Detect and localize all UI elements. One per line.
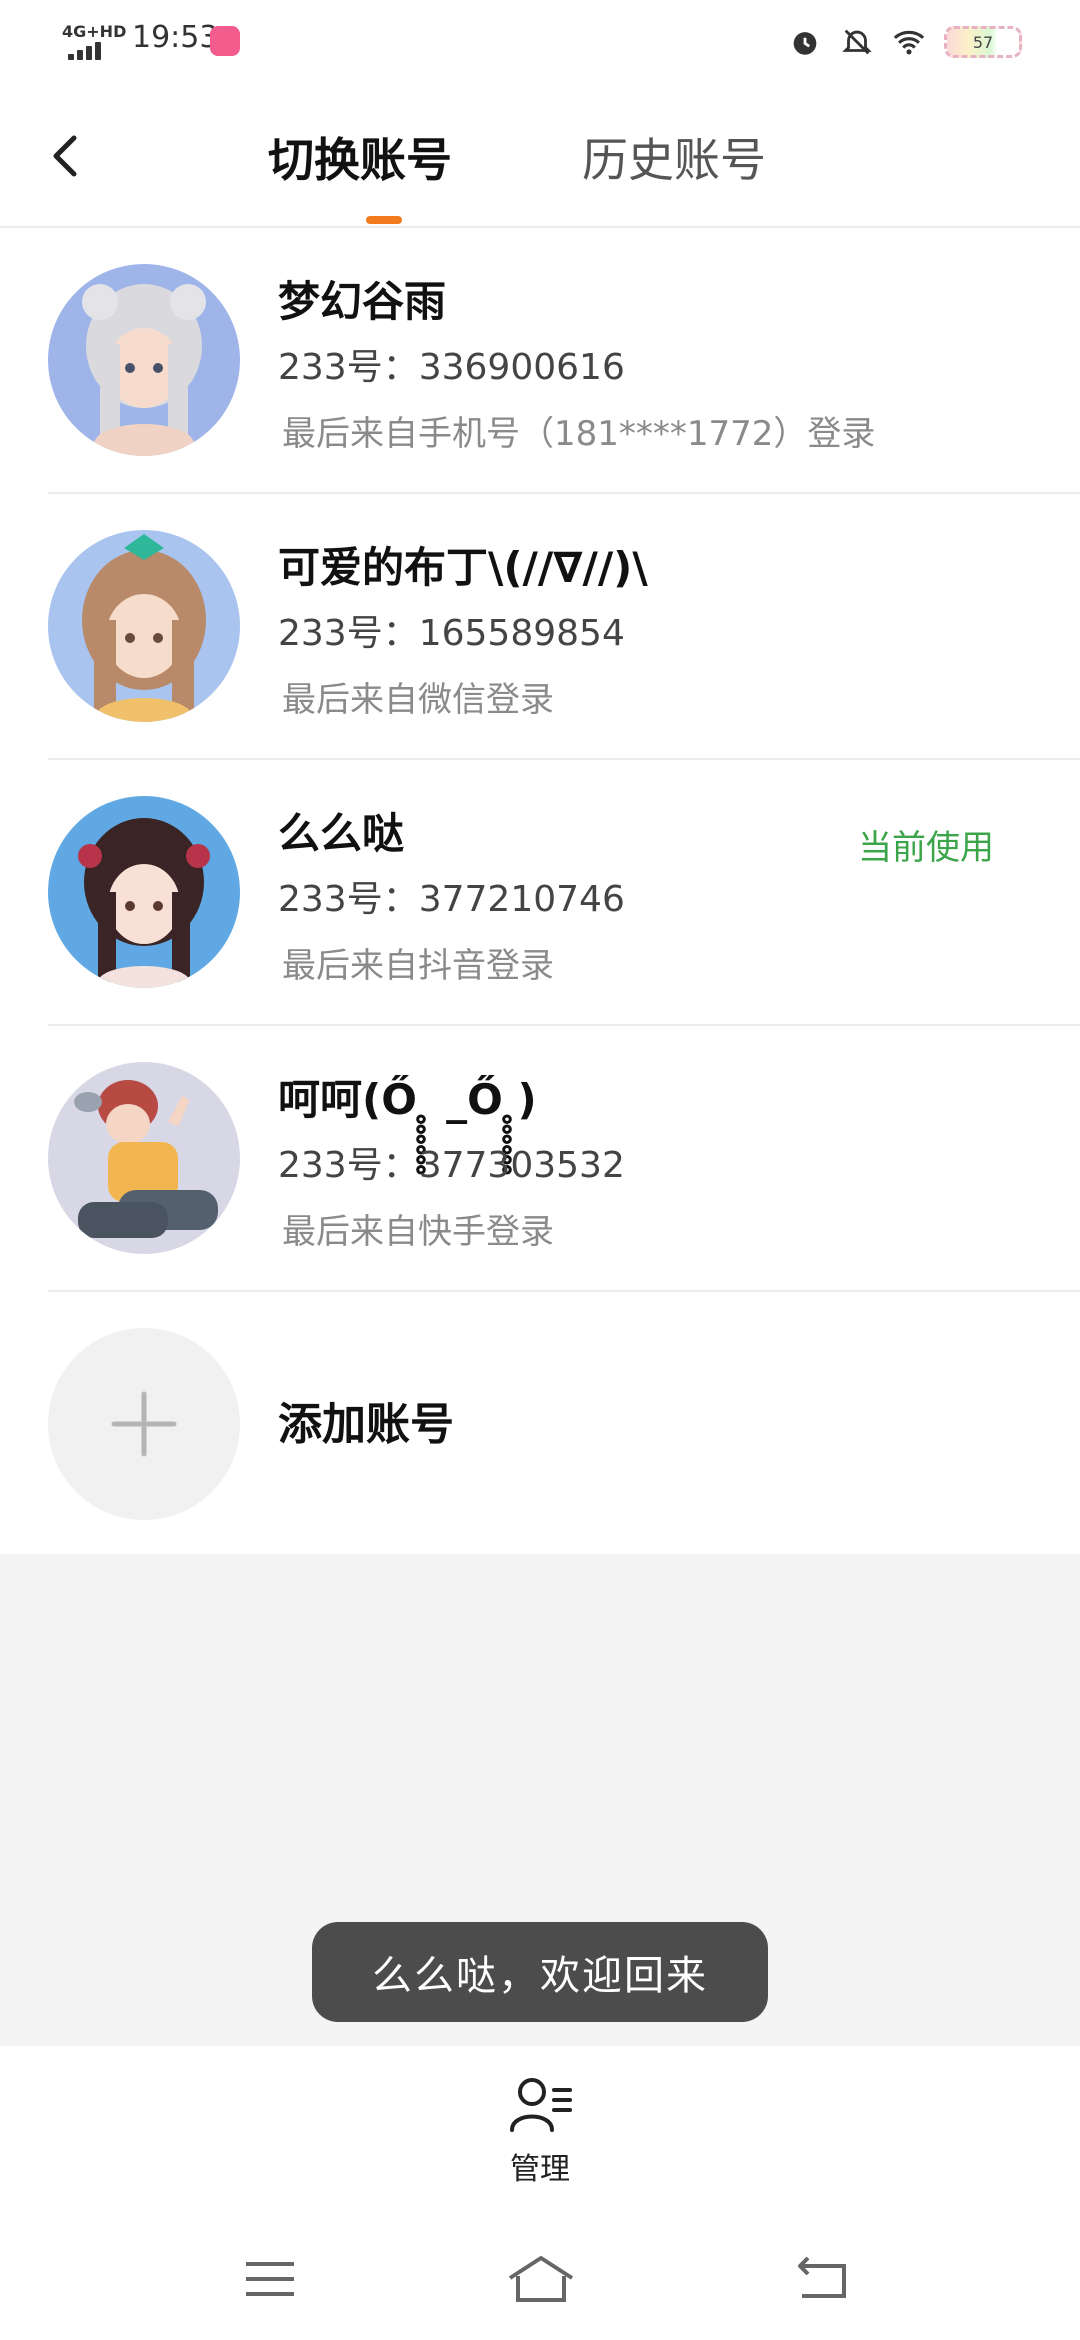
mute-bell-icon xyxy=(842,29,872,55)
signal-icon: 4G+HD xyxy=(62,22,126,60)
manage-button[interactable]: 管理 xyxy=(0,2144,1080,2188)
back-icon[interactable] xyxy=(792,2252,852,2306)
manage-user-icon[interactable] xyxy=(508,2074,574,2134)
account-name: 么么哒 xyxy=(278,809,405,858)
avatar xyxy=(48,1062,240,1254)
account-login-source: 最后来自快手登录 xyxy=(282,1212,554,1252)
account-name: 呵呵(Ő ̥̥̥̥̥̥ _Ő ̥̥̥̥̥̥) xyxy=(278,1075,537,1124)
account-row[interactable]: 么么哒 当前使用 233号：377210746 最后来自抖音登录 xyxy=(0,760,1080,1026)
tab-switch-account[interactable]: 切换账号 xyxy=(268,124,452,190)
avatar xyxy=(48,796,240,988)
welcome-toast: 么么哒，欢迎回来 xyxy=(312,1922,768,2022)
add-account-row[interactable]: 添加账号 xyxy=(0,1292,1080,1554)
status-time: 19:53 xyxy=(132,20,219,55)
tab-history-account[interactable]: 历史账号 xyxy=(582,124,766,190)
battery-level: 57 xyxy=(972,32,994,52)
plus-icon xyxy=(111,1391,177,1457)
account-login-source: 最后来自微信登录 xyxy=(282,680,554,720)
network-type: 4G+HD xyxy=(62,22,127,41)
home-icon[interactable] xyxy=(506,2252,576,2306)
account-row[interactable]: 梦幻谷雨 233号：336900616 最后来自手机号（181****1772）… xyxy=(0,228,1080,494)
account-name: 梦幻谷雨 xyxy=(278,277,447,326)
account-list: 梦幻谷雨 233号：336900616 最后来自手机号（181****1772）… xyxy=(0,228,1080,1554)
account-id: 233号：377303532 xyxy=(278,1145,625,1186)
account-id: 233号：336900616 xyxy=(278,347,625,388)
add-account-label: 添加账号 xyxy=(278,1399,454,1450)
chevron-left-icon[interactable] xyxy=(40,124,96,188)
avatar xyxy=(48,264,240,456)
account-row[interactable]: 呵呵(Ő ̥̥̥̥̥̥ _Ő ̥̥̥̥̥̥) 233号：377303532 最后… xyxy=(0,1026,1080,1292)
account-id: 233号：377210746 xyxy=(278,879,625,920)
add-account-avatar xyxy=(48,1328,240,1520)
app-notification-icon xyxy=(210,26,240,56)
wifi-icon xyxy=(893,30,925,55)
alarm-icon xyxy=(793,32,817,55)
toast-text: 么么哒，欢迎回来 xyxy=(372,1953,708,1999)
account-login-source: 最后来自抖音登录 xyxy=(282,946,554,986)
account-row[interactable]: 可爱的布丁\(//∇//)\ 233号：165589854 最后来自微信登录 xyxy=(0,494,1080,760)
system-nav-bar xyxy=(0,2222,1080,2340)
tab-indicator xyxy=(366,216,402,224)
account-login-source: 最后来自手机号（181****1772）登录 xyxy=(282,414,876,454)
menu-icon[interactable] xyxy=(240,2252,300,2306)
current-account-badge: 当前使用 xyxy=(858,828,994,868)
avatar xyxy=(48,530,240,722)
status-bar: 4G+HD 19:53 57 xyxy=(0,0,1080,80)
account-id: 233号：165589854 xyxy=(278,613,625,654)
bottom-manage-bar: 管理 xyxy=(0,2046,1080,2222)
header: 切换账号 历史账号 xyxy=(0,80,1080,228)
battery-indicator: 57 xyxy=(944,26,1022,58)
account-name: 可爱的布丁\(//∇//)\ xyxy=(278,543,648,592)
